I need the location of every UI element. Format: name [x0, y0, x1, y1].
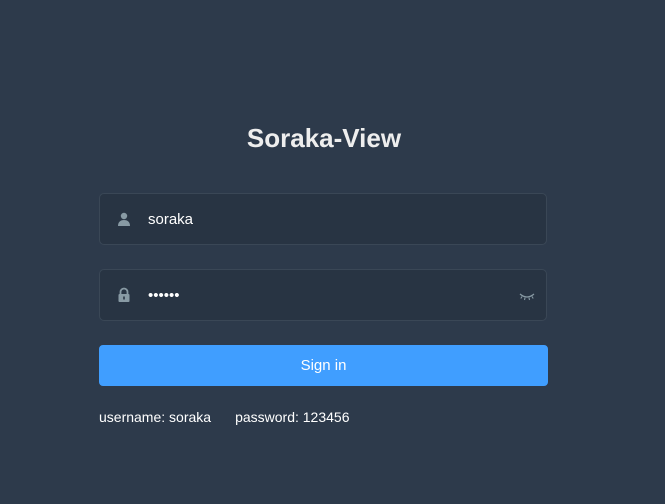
login-tips: username: soraka password: 123456 [99, 408, 349, 426]
eye-closed-icon[interactable] [518, 289, 536, 303]
password-tip: password: 123456 [235, 409, 350, 425]
username-input[interactable] [148, 194, 508, 244]
login-page: Soraka-View soraka Sign in username: sor… [0, 0, 665, 504]
password-input[interactable] [148, 270, 508, 320]
page-title: Soraka-View [246, 123, 402, 153]
password-field[interactable] [99, 269, 547, 321]
sign-in-button[interactable]: Sign in [99, 345, 548, 386]
user-icon [116, 211, 132, 227]
username-field[interactable] [99, 193, 547, 245]
username-tip: username: soraka [99, 409, 212, 425]
lock-icon [116, 287, 132, 303]
